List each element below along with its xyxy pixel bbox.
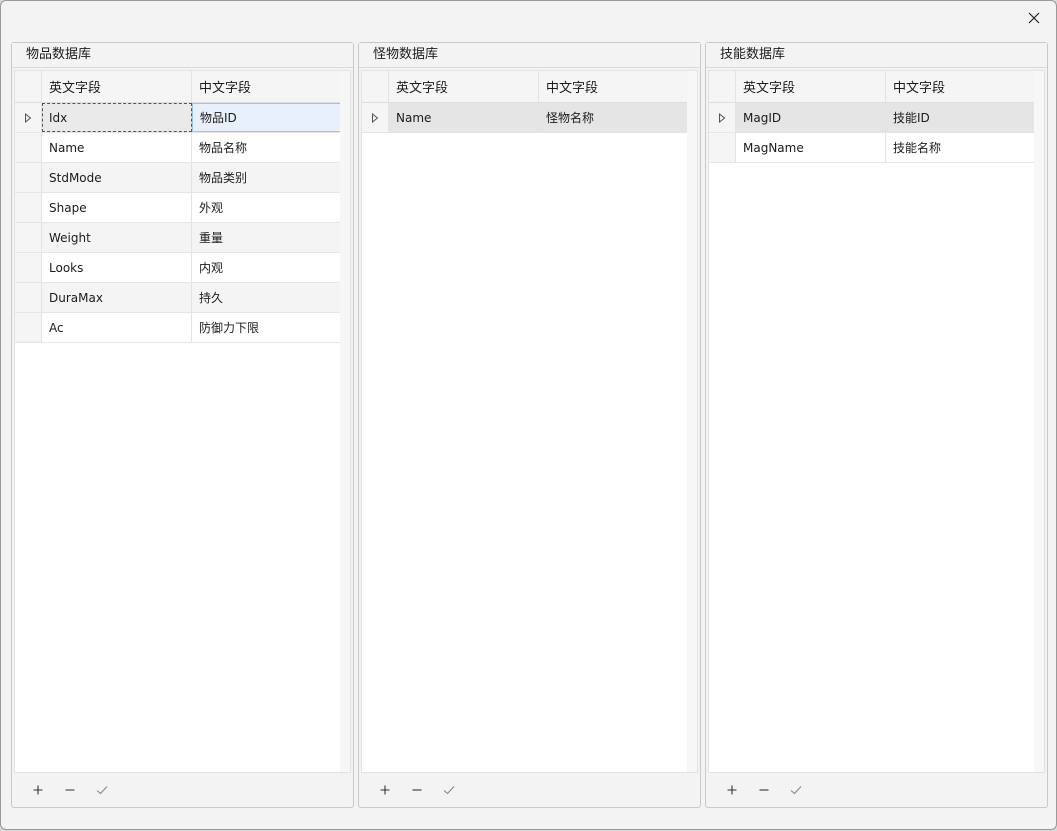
check-icon <box>443 786 455 795</box>
grid-header-row: 英文字段 中文字段 <box>15 71 342 103</box>
cell-chinese-field[interactable]: 防御力下限 <box>192 313 342 342</box>
row-indicator <box>15 103 42 132</box>
row-indicator <box>709 103 736 132</box>
column-header-chinese[interactable]: 中文字段 <box>539 71 689 102</box>
row-indicator <box>15 193 42 222</box>
confirm-button[interactable] <box>433 778 465 802</box>
table-row[interactable]: Name 物品名称 <box>15 133 342 163</box>
grid-header-row: 英文字段 中文字段 <box>362 71 689 103</box>
row-indicator <box>15 313 42 342</box>
add-row-button[interactable] <box>22 778 54 802</box>
table-row[interactable]: DuraMax 持久 <box>15 283 342 313</box>
cell-english-field[interactable]: Ac <box>42 313 192 342</box>
remove-row-button[interactable] <box>54 778 86 802</box>
cell-english-field[interactable]: MagName <box>736 133 886 162</box>
grid-toolbar <box>12 773 353 807</box>
panel-monster-database: 怪物数据库 英文字段 中文字段 Name 怪物名称 <box>358 42 701 808</box>
add-row-button[interactable] <box>369 778 401 802</box>
panel-title: 物品数据库 <box>12 43 353 68</box>
column-header-english[interactable]: 英文字段 <box>389 71 539 102</box>
vertical-scrollbar[interactable] <box>687 71 697 772</box>
panel-title: 怪物数据库 <box>359 43 700 68</box>
triangle-right-icon <box>25 112 32 123</box>
row-indicator <box>15 133 42 162</box>
minus-icon <box>65 789 75 791</box>
row-indicator <box>15 223 42 252</box>
panel-title: 技能数据库 <box>706 43 1047 68</box>
minus-icon <box>759 789 769 791</box>
panel-skill-database: 技能数据库 英文字段 中文字段 MagID 技能ID MagName 技能名称 <box>705 42 1048 808</box>
grid-toolbar <box>706 773 1047 807</box>
plus-icon <box>727 785 737 795</box>
table-row[interactable]: MagName 技能名称 <box>709 133 1036 163</box>
plus-icon <box>33 785 43 795</box>
vertical-scrollbar[interactable] <box>340 71 350 772</box>
dialog-window: 物品数据库 英文字段 中文字段 Idx 物品ID Name 物品名称 StdMo… <box>0 0 1057 830</box>
panel-item-database: 物品数据库 英文字段 中文字段 Idx 物品ID Name 物品名称 StdMo… <box>11 42 354 808</box>
header-indicator-cell <box>362 71 389 102</box>
table-row[interactable]: Looks 内观 <box>15 253 342 283</box>
confirm-button[interactable] <box>780 778 812 802</box>
remove-row-button[interactable] <box>401 778 433 802</box>
data-grid[interactable]: 英文字段 中文字段 Idx 物品ID Name 物品名称 StdMode 物品类… <box>14 70 351 773</box>
cell-english-field[interactable]: Name <box>42 133 192 162</box>
triangle-right-icon <box>719 112 726 123</box>
cell-english-field[interactable]: Shape <box>42 193 192 222</box>
cell-chinese-field[interactable]: 技能ID <box>886 103 1036 132</box>
data-grid[interactable]: 英文字段 中文字段 Name 怪物名称 <box>361 70 698 773</box>
cell-chinese-field[interactable]: 技能名称 <box>886 133 1036 162</box>
row-indicator <box>15 283 42 312</box>
cell-english-field[interactable]: DuraMax <box>42 283 192 312</box>
header-indicator-cell <box>15 71 42 102</box>
minus-icon <box>412 789 422 791</box>
row-indicator <box>15 253 42 282</box>
add-row-button[interactable] <box>716 778 748 802</box>
column-header-chinese[interactable]: 中文字段 <box>192 71 342 102</box>
table-row[interactable]: Name 怪物名称 <box>362 103 689 133</box>
grid-header-row: 英文字段 中文字段 <box>709 71 1036 103</box>
table-row[interactable]: Ac 防御力下限 <box>15 313 342 343</box>
check-icon <box>96 786 108 795</box>
cell-chinese-field[interactable]: 物品ID <box>192 103 342 132</box>
column-header-english[interactable]: 英文字段 <box>42 71 192 102</box>
check-icon <box>790 786 802 795</box>
cell-english-field[interactable]: Looks <box>42 253 192 282</box>
grid-toolbar <box>359 773 700 807</box>
cell-chinese-field[interactable]: 怪物名称 <box>539 103 689 132</box>
triangle-right-icon <box>372 112 379 123</box>
close-icon <box>1028 12 1040 24</box>
row-indicator <box>709 133 736 162</box>
table-row[interactable]: Shape 外观 <box>15 193 342 223</box>
table-row[interactable]: Weight 重量 <box>15 223 342 253</box>
cell-english-field[interactable]: Idx <box>42 103 192 132</box>
cell-chinese-field[interactable]: 物品名称 <box>192 133 342 162</box>
cell-english-field[interactable]: StdMode <box>42 163 192 192</box>
remove-row-button[interactable] <box>748 778 780 802</box>
table-row[interactable]: MagID 技能ID <box>709 103 1036 133</box>
cell-chinese-field[interactable]: 重量 <box>192 223 342 252</box>
column-header-english[interactable]: 英文字段 <box>736 71 886 102</box>
cell-chinese-field[interactable]: 外观 <box>192 193 342 222</box>
cell-english-field[interactable]: MagID <box>736 103 886 132</box>
row-indicator <box>362 103 389 132</box>
table-row[interactable]: Idx 物品ID <box>15 103 342 133</box>
header-indicator-cell <box>709 71 736 102</box>
close-button[interactable] <box>1022 7 1046 29</box>
cell-chinese-field[interactable]: 物品类别 <box>192 163 342 192</box>
data-grid[interactable]: 英文字段 中文字段 MagID 技能ID MagName 技能名称 <box>708 70 1045 773</box>
table-row[interactable]: StdMode 物品类别 <box>15 163 342 193</box>
confirm-button[interactable] <box>86 778 118 802</box>
cell-chinese-field[interactable]: 内观 <box>192 253 342 282</box>
vertical-scrollbar[interactable] <box>1034 71 1044 772</box>
cell-english-field[interactable]: Weight <box>42 223 192 252</box>
cell-english-field[interactable]: Name <box>389 103 539 132</box>
column-header-chinese[interactable]: 中文字段 <box>886 71 1036 102</box>
cell-chinese-field[interactable]: 持久 <box>192 283 342 312</box>
row-indicator <box>15 163 42 192</box>
plus-icon <box>380 785 390 795</box>
